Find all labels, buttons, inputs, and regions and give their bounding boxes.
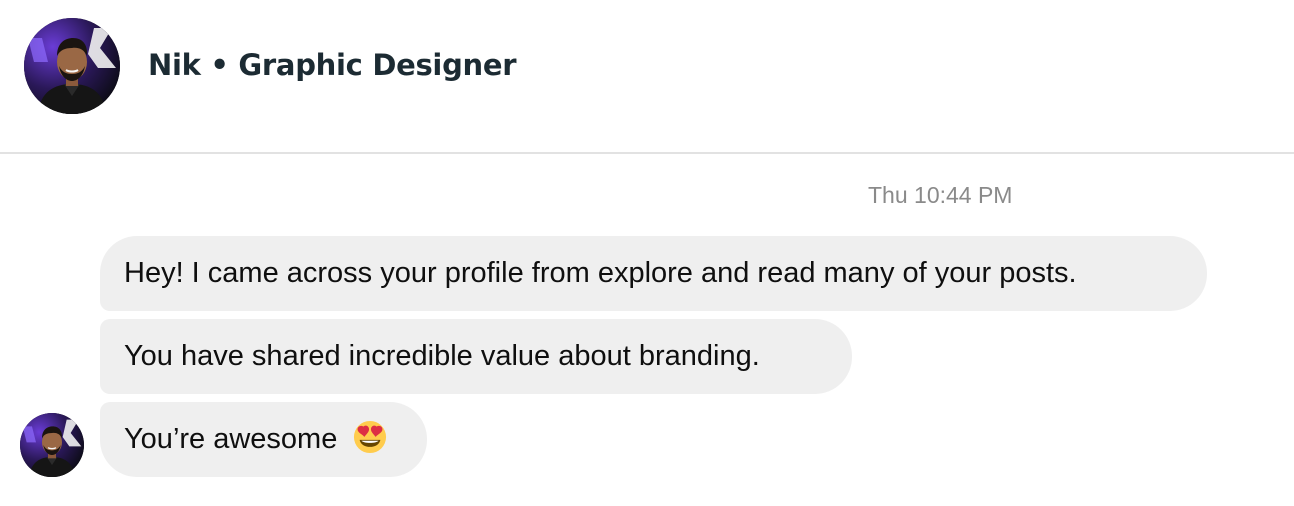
message-text: You’re awesome [124,423,338,455]
message-timestamp: Thu 10:44 PM [868,182,1013,208]
avatar[interactable] [24,18,120,114]
message-text: Hey! I came across your profile from exp… [124,257,1077,289]
profile-photo-icon [24,18,120,114]
chat-header: Nik • Graphic Designer [0,0,1294,154]
profile-photo-icon [20,413,84,477]
avatar[interactable] [20,413,84,477]
message-text: You have shared incredible value about b… [124,340,760,372]
message-bubble[interactable]: Hey! I came across your profile from exp… [100,236,1207,311]
message-bubble[interactable]: You’re awesome [100,402,427,477]
page-title[interactable]: Nik • Graphic Designer [148,48,517,82]
heart-eyes-emoji-icon [353,420,387,454]
message-bubble[interactable]: You have shared incredible value about b… [100,319,852,394]
